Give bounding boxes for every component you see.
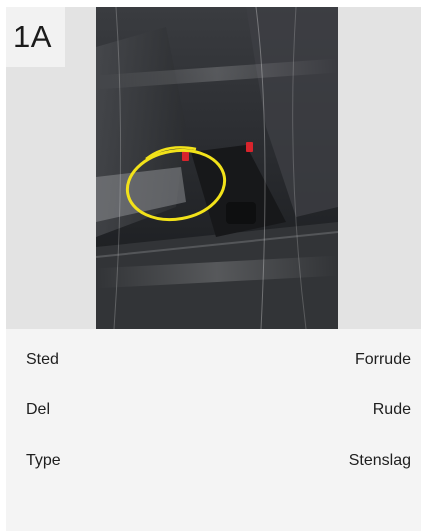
detail-row-type: Type Stenslag: [6, 448, 421, 478]
photo-area: 1A: [6, 7, 421, 329]
detail-value: Forrude: [354, 351, 411, 368]
damage-photo[interactable]: [96, 7, 338, 329]
detail-label: Del: [26, 401, 51, 418]
damage-id-badge: 1A: [6, 7, 65, 67]
detail-value: Rude: [372, 401, 411, 418]
damage-details: Sted Forrude Del Rude Type Stenslag: [6, 329, 421, 531]
detail-row-del: Del Rude: [6, 397, 421, 427]
detail-label: Sted: [26, 351, 59, 368]
detail-label: Type: [26, 452, 61, 469]
detail-value: Stenslag: [348, 452, 411, 469]
detail-row-sted: Sted Forrude: [6, 347, 421, 377]
damage-card: 1A Sted Forrude Del Rude Type Stenslag: [6, 7, 421, 531]
damage-photo-image: [96, 7, 338, 329]
